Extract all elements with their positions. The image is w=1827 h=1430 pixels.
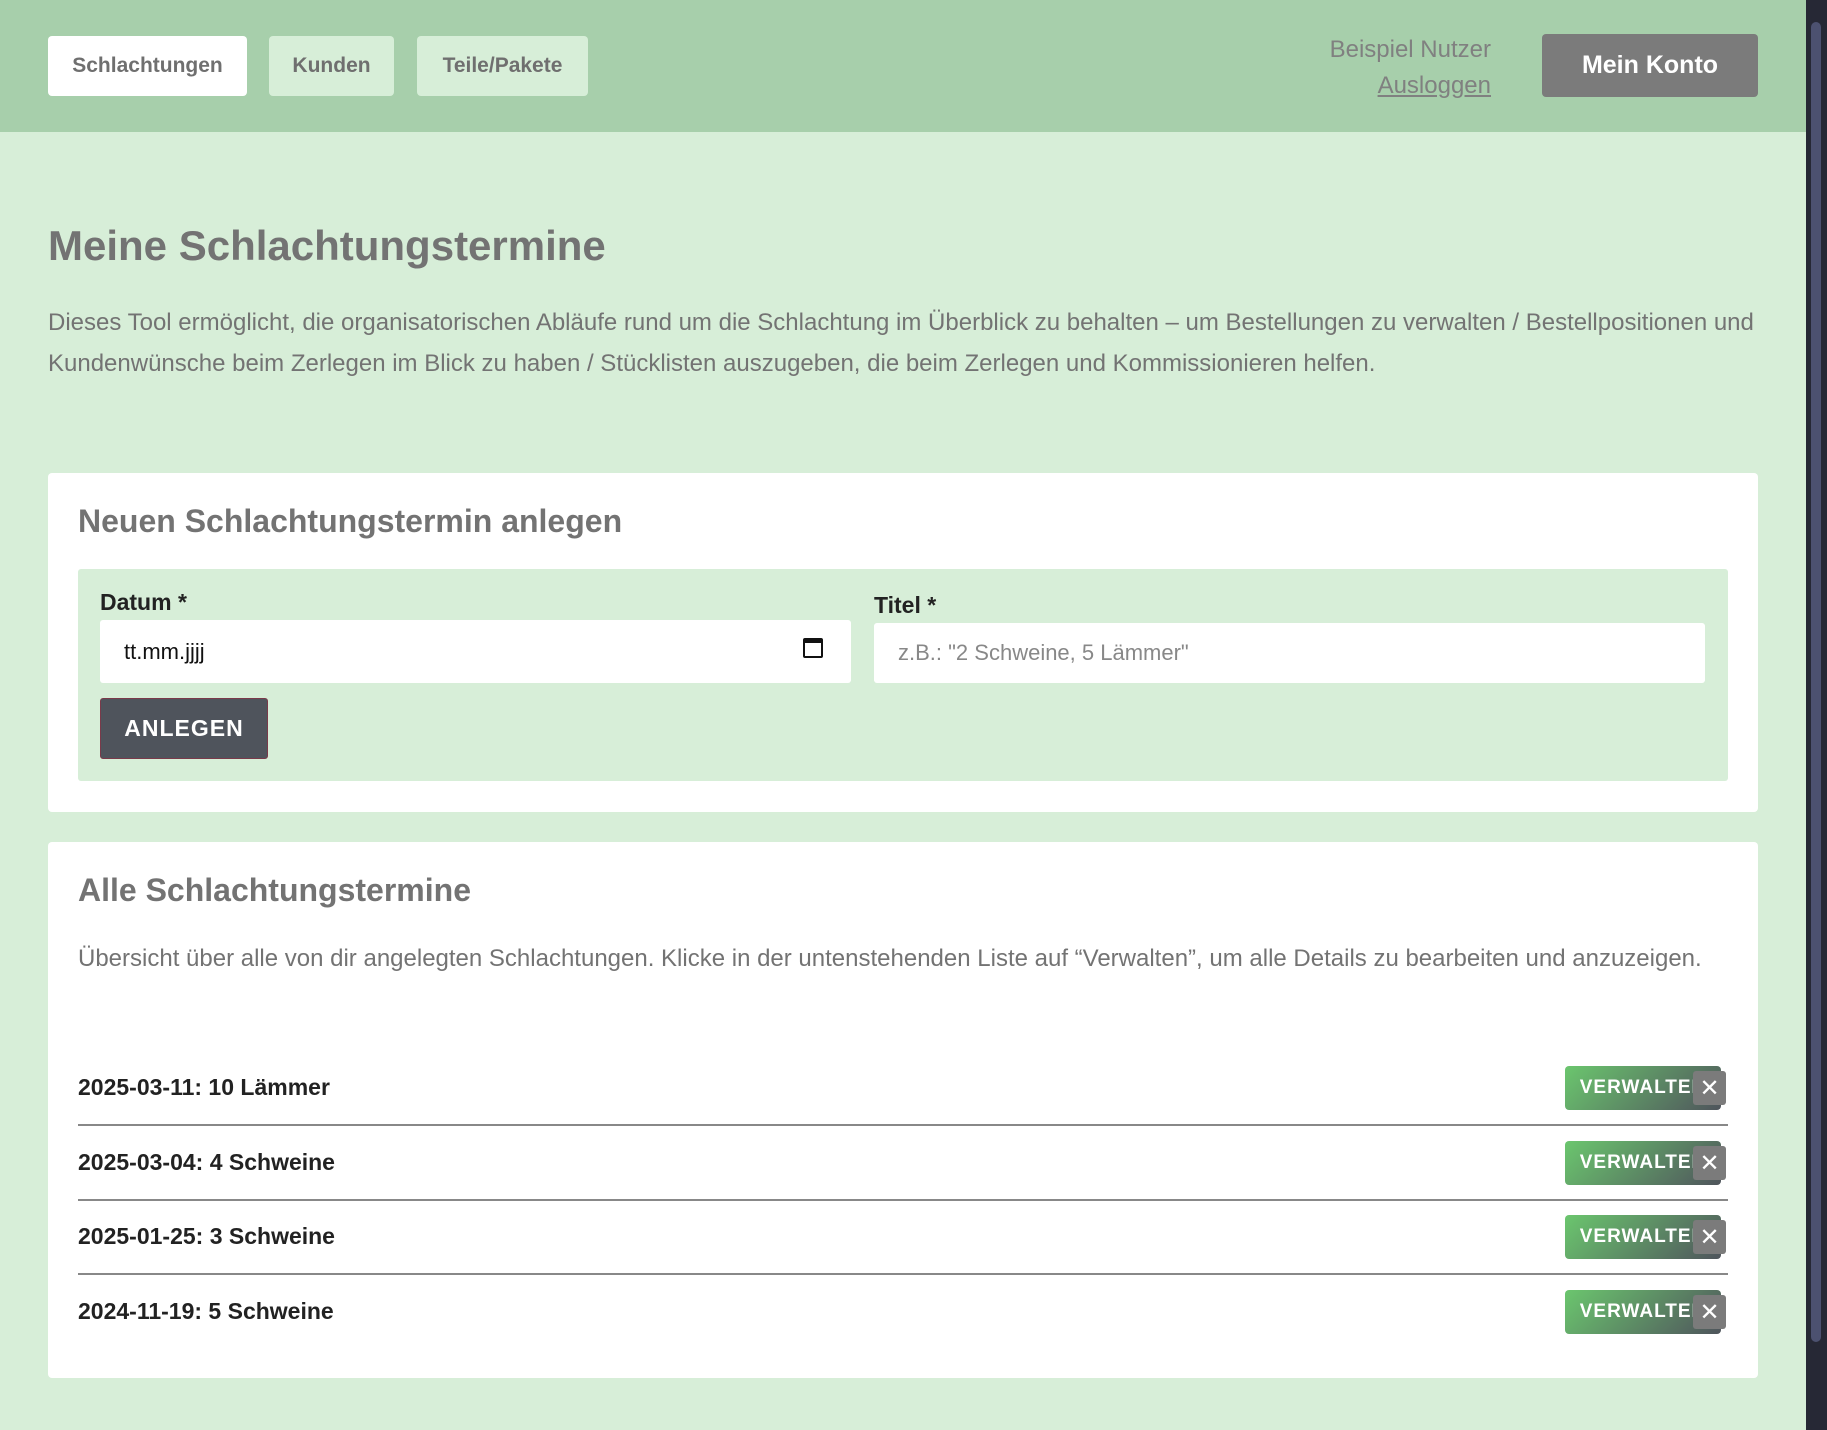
user-name: Beispiel Nutzer [1330, 36, 1491, 63]
create-button[interactable]: ANLEGEN [100, 698, 268, 759]
item-label: 2025-03-11: 10 Lämmer [78, 1074, 330, 1101]
create-title: Neuen Schlachtungstermin anlegen [78, 503, 622, 540]
user-info: Beispiel Nutzer Ausloggen [1330, 32, 1491, 104]
item-label: 2024-11-19: 5 Schweine [78, 1298, 334, 1325]
date-input[interactable]: tt.mm.jjjj [100, 620, 851, 683]
list-item: 2025-01-25: 3 SchweineVERWALTEN✕ [78, 1201, 1728, 1275]
delete-icon[interactable]: ✕ [1693, 1071, 1726, 1105]
title-input[interactable]: z.B.: "2 Schweine, 5 Lämmer" [874, 623, 1705, 683]
calendar-icon[interactable] [803, 638, 823, 658]
delete-icon[interactable]: ✕ [1693, 1295, 1726, 1329]
intro-text: Dieses Tool ermöglicht, die organisatori… [48, 302, 1758, 384]
create-form: Datum * tt.mm.jjjj Titel * z.B.: "2 Schw… [78, 569, 1728, 781]
list-item: 2025-03-04: 4 SchweineVERWALTEN✕ [78, 1127, 1728, 1201]
page-title: Meine Schlachtungstermine [48, 222, 606, 270]
nav-teile-pakete[interactable]: Teile/Pakete [417, 36, 588, 96]
delete-icon[interactable]: ✕ [1693, 1146, 1726, 1180]
create-card: Neuen Schlachtungstermin anlegen Datum *… [48, 473, 1758, 812]
nav-kunden[interactable]: Kunden [269, 36, 394, 96]
logout-link[interactable]: Ausloggen [1330, 68, 1491, 104]
list-description: Übersicht über alle von dir angelegten S… [78, 938, 1728, 980]
top-nav: Schlachtungen Kunden Teile/Pakete Beispi… [0, 0, 1806, 132]
item-label: 2025-01-25: 3 Schweine [78, 1223, 335, 1250]
list-item: 2025-03-11: 10 LämmerVERWALTEN✕ [78, 1052, 1728, 1126]
date-label: Datum * [100, 589, 187, 616]
list-card: Alle Schlachtungstermine Übersicht über … [48, 842, 1758, 1378]
date-value: tt.mm.jjjj [124, 639, 205, 665]
scrollbar[interactable] [1806, 0, 1827, 1430]
nav-schlachtungen[interactable]: Schlachtungen [48, 36, 247, 96]
list-item: 2024-11-19: 5 SchweineVERWALTEN✕ [78, 1276, 1728, 1350]
my-account-button[interactable]: Mein Konto [1542, 34, 1758, 97]
list-title: Alle Schlachtungstermine [78, 872, 471, 909]
item-label: 2025-03-04: 4 Schweine [78, 1149, 335, 1176]
delete-icon[interactable]: ✕ [1693, 1220, 1726, 1254]
title-label: Titel * [874, 592, 936, 619]
scrollbar-thumb[interactable] [1811, 22, 1821, 1342]
